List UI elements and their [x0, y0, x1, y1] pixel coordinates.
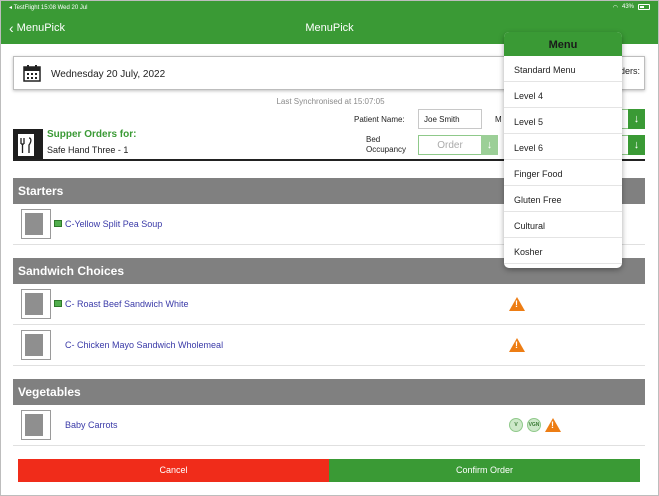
bed-occupancy-label: Bed Occupancy	[366, 135, 406, 155]
menu-select-arrow-button[interactable]: ↓	[628, 109, 645, 129]
menu-label: M	[495, 115, 502, 124]
battery-percent: 43%	[621, 4, 634, 10]
order-field[interactable]: Order	[418, 135, 482, 155]
confirm-order-button[interactable]: Confirm Order	[329, 459, 640, 482]
item-name[interactable]: C-Yellow Split Pea Soup	[65, 219, 162, 229]
menu-option-kosher[interactable]: Kosher	[504, 238, 622, 264]
supper-orders-title: Supper Orders for:	[47, 129, 137, 140]
occupancy-arrow-button[interactable]: ↓	[628, 135, 645, 155]
bed-label-line1: Bed	[366, 135, 381, 144]
menu-option-gluten-free[interactable]: Gluten Free	[504, 186, 622, 212]
vegetarian-badge: V	[509, 418, 523, 432]
list-item[interactable]: C- Roast Beef Sandwich White	[13, 284, 645, 325]
menu-option-cultural[interactable]: Cultural	[504, 212, 622, 238]
list-item[interactable]: C- Chicken Mayo Sandwich Wholemeal	[13, 325, 645, 366]
status-left: ◂ TestFlight 15:08 Wed 20 Jul	[9, 4, 88, 11]
orders-label: ders:	[619, 66, 640, 76]
app-window: ◂ TestFlight 15:08 Wed 20 Jul ◠ 43% ‹ Me…	[0, 0, 659, 496]
list-item[interactable]: Baby Carrots V VGN	[13, 405, 645, 446]
selected-date: Wednesday 20 July, 2022	[51, 69, 166, 80]
meal-order-icon	[13, 129, 43, 161]
allergen-warning-icon[interactable]	[509, 338, 525, 352]
allergen-warning-icon[interactable]	[509, 297, 525, 311]
arrow-down-icon: ↓	[633, 113, 640, 125]
menu-option-level-5[interactable]: Level 5	[504, 108, 622, 134]
arrow-down-icon: ↓	[486, 139, 493, 151]
item-name[interactable]: C- Chicken Mayo Sandwich Wholemeal	[65, 340, 223, 350]
item-checkbox[interactable]	[21, 330, 51, 360]
patient-name-label: Patient Name:	[354, 115, 405, 124]
allergen-warning-icon[interactable]	[545, 418, 561, 432]
section-vegetables: Vegetables	[13, 379, 645, 405]
status-bar: ◂ TestFlight 15:08 Wed 20 Jul ◠ 43%	[1, 1, 658, 13]
order-arrow-button[interactable]: ↓	[481, 135, 498, 155]
menu-dropdown: Menu Standard Menu Level 4 Level 5 Level…	[504, 32, 622, 268]
menu-dropdown-title: Menu	[504, 32, 622, 56]
cancel-button[interactable]: Cancel	[18, 459, 329, 482]
menu-option-level-4[interactable]: Level 4	[504, 82, 622, 108]
menu-option-level-6[interactable]: Level 6	[504, 134, 622, 160]
ward-location: Safe Hand Three - 1	[47, 145, 129, 155]
vegan-badge: VGN	[527, 418, 541, 432]
arrow-down-icon: ↓	[633, 139, 640, 151]
battery-icon	[638, 4, 650, 10]
item-name[interactable]: C- Roast Beef Sandwich White	[65, 299, 189, 309]
wifi-icon: ◠	[612, 4, 618, 11]
calendar-icon	[23, 65, 41, 82]
bed-label-line2: Occupancy	[366, 145, 407, 154]
patient-name-field[interactable]: Joe Smith	[418, 109, 482, 129]
item-checkbox[interactable]	[21, 209, 51, 239]
item-name[interactable]: Baby Carrots	[65, 420, 118, 430]
menu-option-standard[interactable]: Standard Menu	[504, 56, 622, 82]
menu-code-icon	[54, 220, 62, 227]
item-checkbox[interactable]	[21, 289, 51, 319]
menu-option-finger-food[interactable]: Finger Food	[504, 160, 622, 186]
menu-code-icon	[54, 300, 62, 307]
item-checkbox[interactable]	[21, 410, 51, 440]
